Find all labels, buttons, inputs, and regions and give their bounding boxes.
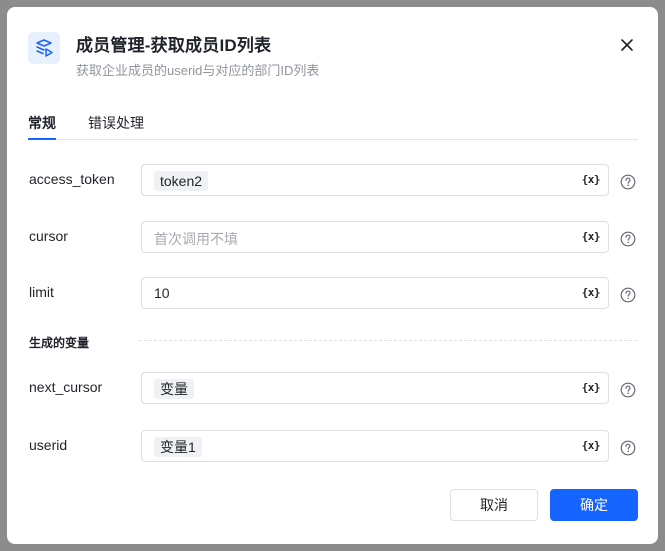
cursor-placeholder: 首次调用不填 [154,231,238,247]
variable-icon[interactable]: {x} [582,381,601,394]
limit-input[interactable]: 10 {x} [141,277,609,309]
variable-icon[interactable]: {x} [582,286,601,299]
close-icon [621,39,633,51]
cursor-label: cursor [29,228,68,244]
limit-value: 10 [154,285,170,301]
tab-bar: 常规 错误处理 [28,113,638,140]
help-icon[interactable] [620,382,636,398]
confirm-button[interactable]: 确定 [550,489,638,521]
next-cursor-input[interactable]: 变量 {x} [141,372,609,404]
userid-label: userid [29,437,68,453]
access-token-label: access_token [29,171,115,187]
variable-tag[interactable]: 变量 [154,379,194,399]
variable-tag[interactable]: token2 [154,171,209,191]
limit-label: limit [29,284,54,300]
close-button[interactable] [616,34,638,56]
cursor-input[interactable]: 首次调用不填 {x} [141,221,609,253]
cancel-button[interactable]: 取消 [450,489,538,521]
variable-icon[interactable]: {x} [582,173,601,186]
next-cursor-label: next_cursor [29,379,103,395]
tab-general[interactable]: 常规 [28,113,56,140]
variable-tag[interactable]: 变量1 [154,437,202,457]
tab-error-handling[interactable]: 错误处理 [88,113,144,139]
help-icon[interactable] [620,231,636,247]
dialog: 成员管理-获取成员ID列表 获取企业成员的userid与对应的部门ID列表 常规… [7,7,658,544]
help-icon[interactable] [620,287,636,303]
variable-icon[interactable]: {x} [582,230,601,243]
help-icon[interactable] [620,440,636,456]
section-divider [139,340,637,341]
userid-input[interactable]: 变量1 {x} [141,430,609,462]
help-icon[interactable] [620,174,636,190]
access-token-input[interactable]: token2 {x} [141,164,609,196]
dialog-title: 成员管理-获取成员ID列表 [76,36,272,55]
output-section-label: 生成的变量 [29,336,90,350]
dialog-subtitle: 获取企业成员的userid与对应的部门ID列表 [76,63,320,78]
variable-icon[interactable]: {x} [582,439,601,452]
stack-play-icon [28,32,60,64]
